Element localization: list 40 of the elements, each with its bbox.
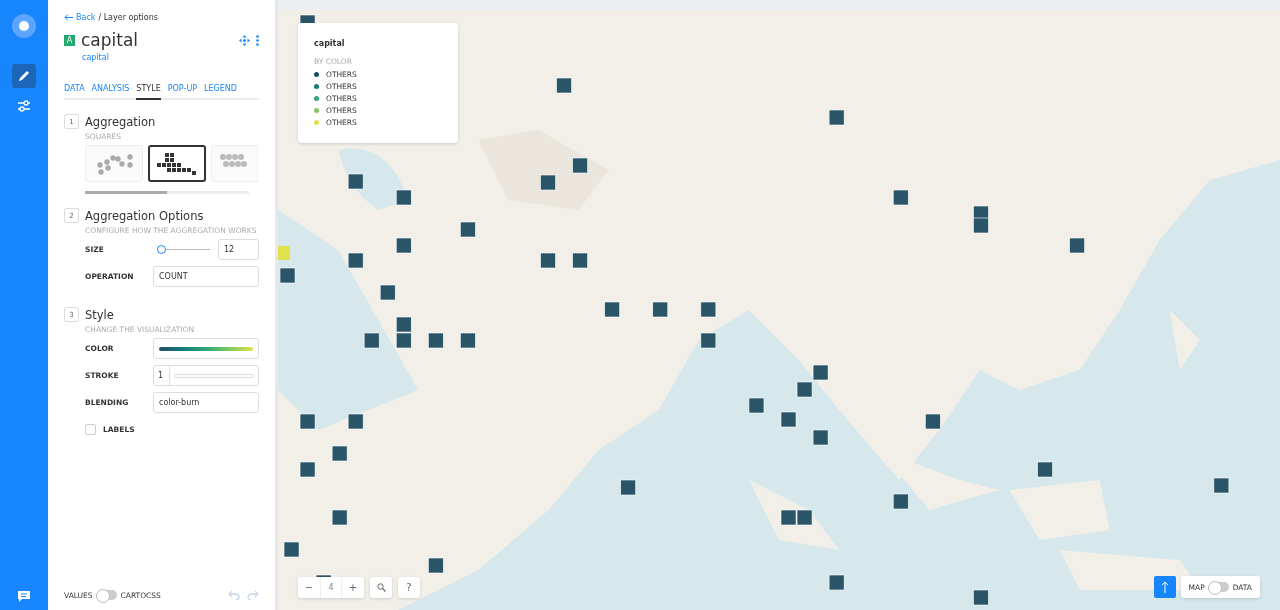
tab[interactable]: STYLE: [136, 84, 161, 100]
arrow-left-icon[interactable]: [64, 14, 73, 21]
input-field[interactable]: color-burn: [153, 392, 259, 413]
more-icon[interactable]: [256, 34, 259, 46]
pencil-icon[interactable]: [17, 69, 31, 83]
input-field[interactable]: COUNT: [153, 266, 259, 287]
dots-icon: [94, 152, 134, 175]
section-title: Aggregation Options: [85, 208, 204, 223]
stroke-field[interactable]: 1: [153, 365, 259, 386]
section-title: Aggregation: [85, 114, 156, 129]
aggregation-option[interactable]: [148, 145, 206, 182]
toggle-switch[interactable]: [96, 590, 117, 600]
slider-thumb[interactable]: [157, 245, 166, 254]
squares-icon: [157, 152, 197, 175]
zoom-out-button[interactable]: −: [298, 577, 320, 598]
tab[interactable]: ANALYSIS: [91, 84, 130, 100]
upload-button[interactable]: [1153, 576, 1176, 598]
checkbox[interactable]: [85, 424, 96, 435]
size-input[interactable]: 12: [218, 239, 259, 260]
layer-badge: A: [64, 34, 75, 46]
arrow-up-icon[interactable]: [1160, 581, 1169, 593]
back-link[interactable]: Back: [64, 13, 96, 22]
section-title: Style: [85, 307, 114, 322]
help-button[interactable]: ?: [398, 577, 420, 598]
search-icon[interactable]: [376, 583, 386, 592]
breadcrumb: / Layer options: [98, 13, 158, 22]
source-link[interactable]: capital: [82, 53, 109, 62]
chat-icon[interactable]: [18, 591, 30, 602]
zoom-in-button[interactable]: +: [342, 577, 364, 598]
layer-title: capital: [81, 30, 139, 50]
legend-title: capital: [314, 39, 346, 48]
tab[interactable]: DATA: [64, 84, 85, 100]
tab[interactable]: LEGEND: [204, 84, 237, 100]
tab[interactable]: POP-UP: [167, 84, 198, 100]
color-ramp-field[interactable]: [153, 338, 259, 359]
nav-button[interactable]: [12, 64, 36, 88]
move-icon[interactable]: [239, 34, 250, 46]
logo-icon[interactable]: [12, 14, 36, 38]
sliders-icon[interactable]: [17, 100, 31, 112]
search-button[interactable]: [370, 577, 392, 598]
